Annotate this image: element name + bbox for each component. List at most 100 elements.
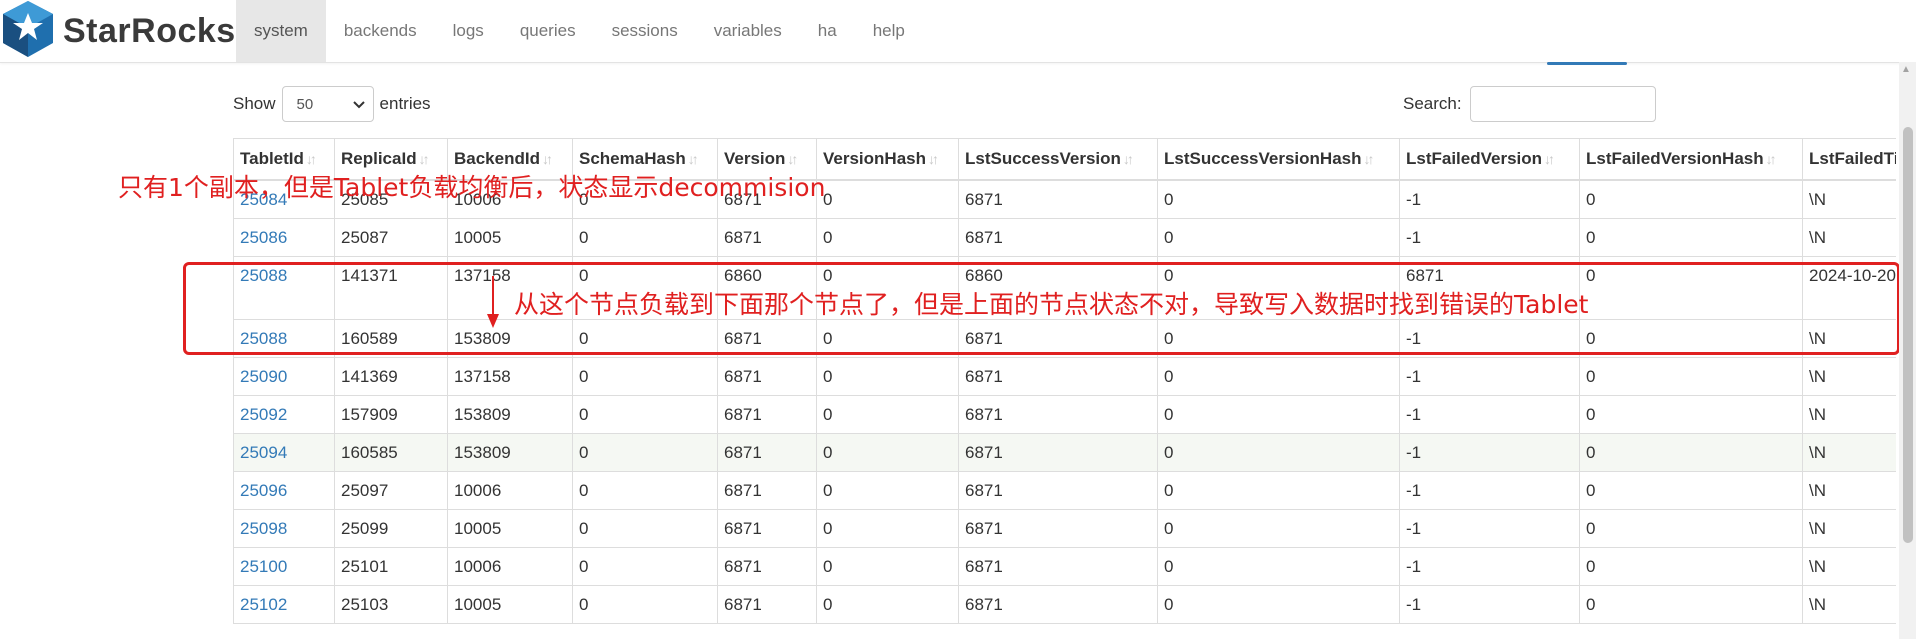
table-cell: 25099 [334, 508, 448, 548]
tablet-id-link[interactable]: 25102 [233, 584, 335, 624]
table-cell: -1 [1399, 508, 1580, 548]
table-row: 25094 160585 153809 0 6871 0 6871 0 -1 0 \N [233, 432, 1896, 472]
table-cell: 6871 [958, 179, 1158, 219]
table-cell: 25101 [334, 546, 448, 586]
table-cell: -1 [1399, 432, 1580, 472]
tablet-id-link[interactable]: 25092 [233, 394, 335, 434]
table-cell: 0 [1579, 356, 1803, 396]
tablet-id-link[interactable]: 25098 [233, 508, 335, 548]
table-row: 25100 25101 10006 0 6871 0 6871 0 -1 0 \N [233, 546, 1896, 586]
table-cell: 0 [1157, 470, 1400, 510]
table-cell: 0 [816, 217, 959, 257]
table-cell: 0 [1157, 508, 1400, 548]
nav-sessions[interactable]: sessions [594, 0, 696, 62]
annotation-note-2: 从这个节点负载到下面那个节点了，但是上面的节点状态不对，导致写入数据时找到错误的… [514, 290, 1589, 319]
entries-select[interactable]: 50 [281, 86, 374, 122]
table-cell: 6871 [958, 508, 1158, 548]
table-cell: 6871 [958, 394, 1158, 434]
table-cell: 25087 [334, 217, 448, 257]
table-cell: 6871 [958, 432, 1158, 472]
sort-icon: ↓↑ [928, 151, 939, 167]
table-cell: 0 [1579, 508, 1803, 548]
table-cell: \N [1802, 394, 1896, 434]
table-cell: -1 [1399, 546, 1580, 586]
table-cell: 0 [1579, 546, 1803, 586]
sort-icon: ↓↑ [1122, 151, 1134, 167]
table-cell: 0 [816, 432, 959, 472]
table-cell: 10005 [447, 584, 573, 624]
show-label: Show [233, 94, 276, 113]
sort-icon: ↓↑ [687, 151, 699, 167]
sort-icon: ↓↑ [787, 151, 798, 167]
sort-icon: ↓↑ [1544, 151, 1555, 167]
table-cell: 0 [1157, 356, 1400, 396]
table-row: 25098 25099 10005 0 6871 0 6871 0 -1 0 \N [233, 508, 1896, 548]
nav-ha[interactable]: ha [800, 0, 855, 62]
table-cell: 0 [1157, 179, 1400, 219]
scrollbar-thumb[interactable] [1903, 127, 1913, 543]
table-cell: 141369 [334, 356, 448, 396]
column-header[interactable]: LstFailedTime↓↑ [1802, 138, 1896, 181]
table-cell: 0 [1579, 394, 1803, 434]
table-row: 25102 25103 10005 0 6871 0 6871 0 -1 0 \N [233, 584, 1896, 624]
brand[interactable]: StarRocks [0, 0, 236, 62]
table-cell: 6871 [958, 356, 1158, 396]
table-cell: 0 [1157, 546, 1400, 586]
column-header[interactable]: LstFailedVersion ↓↑ [1399, 138, 1580, 181]
nav-variables[interactable]: variables [696, 0, 800, 62]
nav-help[interactable]: help [855, 0, 923, 62]
tablet-id-link[interactable]: 25096 [233, 470, 335, 510]
annotation-arrow-icon [485, 274, 501, 335]
table-cell: 0 [816, 179, 959, 219]
table-cell: \N [1802, 356, 1896, 396]
column-header[interactable]: LstFailedVersionHash ↓↑ [1579, 138, 1803, 181]
table-cell: 6871 [717, 508, 817, 548]
entries-value: 50 [296, 95, 314, 113]
table-cell: 153809 [447, 432, 573, 472]
column-header[interactable]: LstSuccessVersion ↓↑ [958, 138, 1158, 181]
search-control: Search: [1403, 86, 1656, 122]
table-cell: \N [1802, 179, 1896, 219]
tablet-id-link[interactable]: 25094 [233, 432, 335, 472]
table-cell: 6871 [717, 356, 817, 396]
nav-backends[interactable]: backends [326, 0, 435, 62]
column-header[interactable]: VersionHash ↓↑ [816, 138, 959, 181]
nav-logs[interactable]: logs [435, 0, 502, 62]
table-cell: 6871 [717, 470, 817, 510]
table-cell: 10006 [447, 546, 573, 586]
show-entries-control: Show 50 entries [233, 86, 431, 122]
column-header[interactable]: LstSuccessVersionHash ↓↑ [1157, 138, 1400, 181]
tablet-id-link[interactable]: 25090 [233, 356, 335, 396]
table-cell: 6871 [717, 394, 817, 434]
table-cell: \N [1802, 584, 1896, 624]
table-cell: 0 [572, 432, 718, 472]
tablet-table-container: TabletId ↓↑ ReplicaId ↓↑ BackendId ↓↑ Schem… [233, 138, 1896, 639]
table-cell: -1 [1399, 179, 1580, 219]
sort-icon: ↓↑ [1363, 151, 1374, 167]
sort-icon: ↓↑ [418, 151, 430, 167]
table-cell: 0 [572, 508, 718, 548]
search-input[interactable] [1469, 86, 1656, 122]
nav-system[interactable]: system [236, 0, 326, 62]
nav-queries[interactable]: queries [502, 0, 594, 62]
table-cell: 25097 [334, 470, 448, 510]
table-cell: 6871 [958, 470, 1158, 510]
table-cell: 25103 [334, 584, 448, 624]
tablet-table: TabletId ↓↑ ReplicaId ↓↑ BackendId ↓↑ Schem… [233, 138, 1896, 624]
tablet-id-link[interactable]: 25100 [233, 546, 335, 586]
table-cell: 6871 [717, 217, 817, 257]
table-row: 25086 25087 10005 0 6871 0 6871 0 -1 0 \N [233, 217, 1896, 257]
table-cell: -1 [1399, 470, 1580, 510]
scroll-up-icon[interactable]: ▲ [1901, 64, 1911, 75]
tablet-id-link[interactable]: 25086 [233, 217, 335, 257]
sort-icon: ↓↑ [541, 151, 553, 167]
table-cell: \N [1802, 432, 1896, 472]
table-cell: -1 [1399, 217, 1580, 257]
table-cell: 10005 [447, 508, 573, 548]
table-cell: \N [1802, 470, 1896, 510]
table-row: 25096 25097 10006 0 6871 0 6871 0 -1 0 \N [233, 470, 1896, 510]
table-cell: 6871 [717, 432, 817, 472]
table-row: 25092 157909 153809 0 6871 0 6871 0 -1 0 \N [233, 394, 1896, 434]
table-cell: 0 [1579, 179, 1803, 219]
table-cell: \N [1802, 546, 1896, 586]
